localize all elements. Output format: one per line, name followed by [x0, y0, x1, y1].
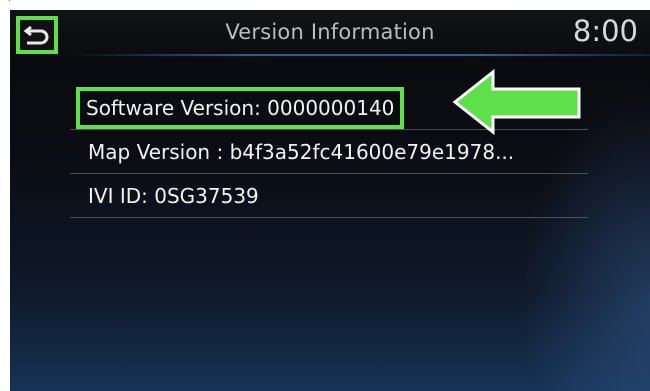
- back-arrow-icon: [23, 25, 49, 45]
- callout-leader-line: [8, 0, 10, 1]
- map-version-label: Map Version : b4f3a52fc41600e79e1978...: [88, 140, 515, 164]
- page-title: Version Information: [225, 20, 435, 44]
- ivi-id-label: IVI ID: 0SG37539: [88, 184, 259, 208]
- header-bar: Version Information 8:00: [10, 10, 650, 56]
- screen: Version Information 8:00 Software Versio…: [10, 10, 650, 391]
- software-version-label: Software Version: 0000000140: [76, 87, 405, 129]
- callout-arrow-icon: [453, 69, 581, 136]
- header-divider: [70, 54, 650, 56]
- clock: 8:00: [572, 14, 638, 48]
- list-item-ivi-id[interactable]: IVI ID: 0SG37539: [70, 174, 588, 218]
- back-button[interactable]: [16, 16, 58, 54]
